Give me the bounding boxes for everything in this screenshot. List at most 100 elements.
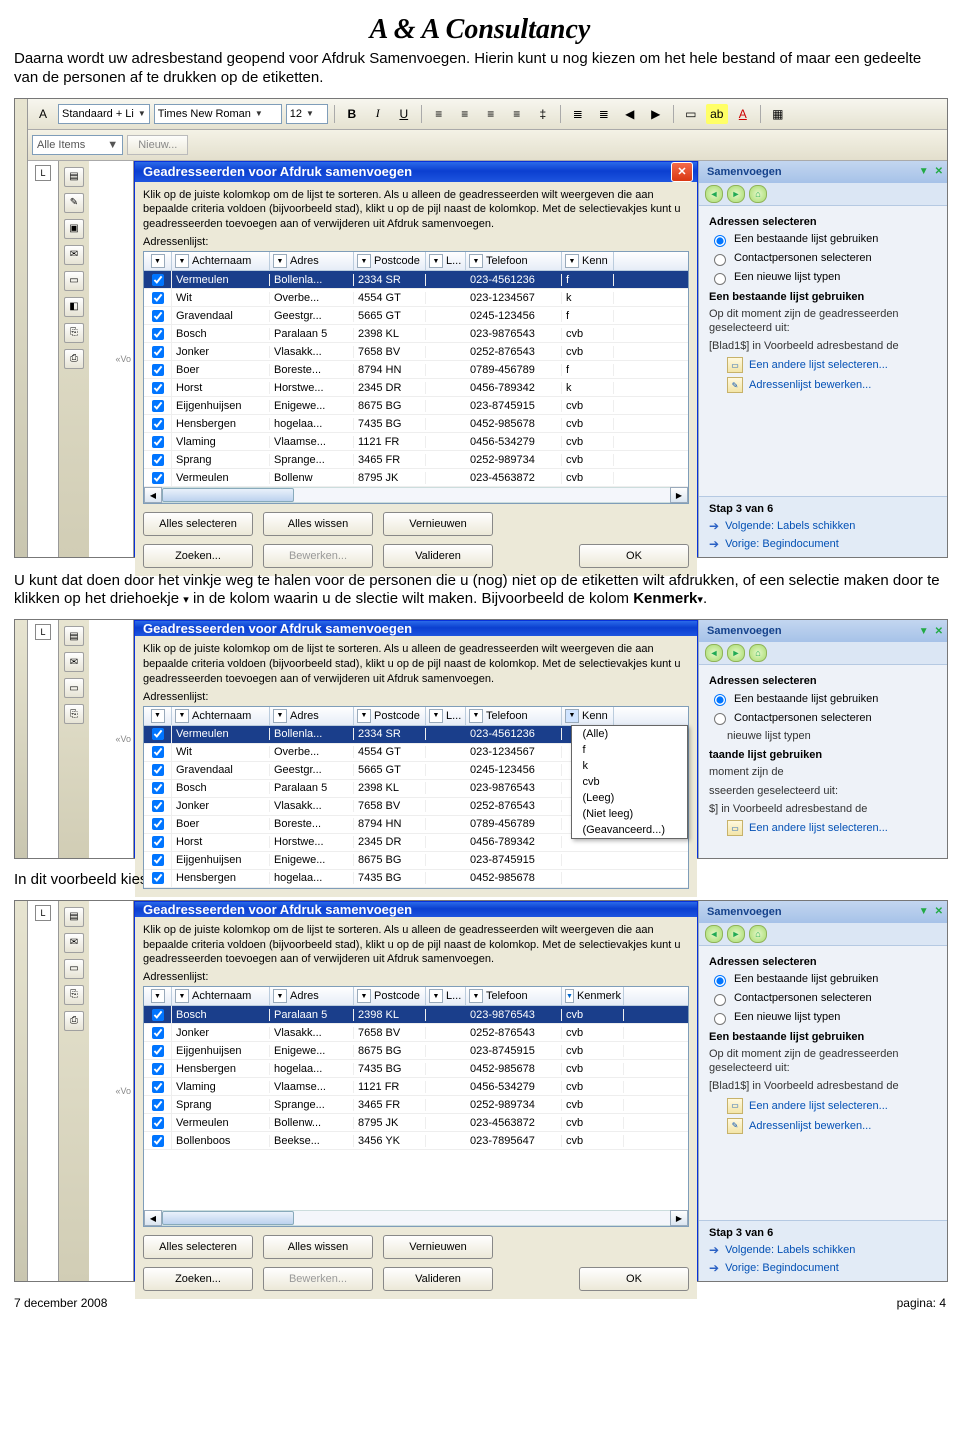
col-achternaam[interactable]: ▼Achternaam (172, 252, 270, 270)
filter-option[interactable]: (Leeg) (572, 790, 687, 806)
filter-option[interactable]: (Alle) (572, 726, 687, 742)
italic-button[interactable]: I (367, 104, 389, 124)
col-kenmerk-open[interactable]: ▼Kenn (562, 707, 614, 725)
table-row[interactable]: GravendaalGeestgr...5665 GT0245-123456f (144, 307, 688, 325)
kenmerk-filter-dropdown[interactable]: (Alle)fkcvb(Leeg)(Niet leeg)(Geavanceerd… (571, 725, 688, 839)
select-other-list-link[interactable]: ▭Een andere lijst selecteren... (709, 357, 937, 373)
col-kenmerk-filtered[interactable]: ▼Kenmerk (562, 987, 624, 1005)
refresh-button[interactable]: Vernieuwen (383, 512, 493, 536)
line-spacing-icon[interactable]: ‡ (532, 104, 554, 124)
new-button[interactable]: Nieuw... (127, 135, 188, 155)
table-row[interactable]: SprangSprange...3465 FR0252-989734cvb (144, 1096, 688, 1114)
table-row[interactable]: SprangSprange...3465 FR0252-989734cvb (144, 451, 688, 469)
clear-all-button[interactable]: Alles wissen (263, 512, 373, 536)
side-icon[interactable]: ⎘ (64, 704, 84, 724)
ok-button[interactable]: OK (579, 544, 689, 568)
table-row[interactable]: VermeulenBollenw...8795 JK023-4563872cvb (144, 1114, 688, 1132)
bullet-list-icon[interactable]: ≣ (593, 104, 615, 124)
filter-option[interactable]: k (572, 758, 687, 774)
table-row[interactable]: HorstHorstwe...2345 DR0456-789342k (144, 379, 688, 397)
table-row[interactable]: Hensbergenhogelaa...7435 BG0452-985678cv… (144, 1060, 688, 1078)
justify-icon[interactable]: ≡ (506, 104, 528, 124)
side-icon[interactable]: ⎙ (64, 349, 84, 369)
recipients-grid[interactable]: ▼ ▼Achternaam ▼Adres ▼Postcode ▼L... ▼Te… (143, 251, 689, 504)
table-row[interactable]: BoerBoreste...8794 HN0789-456789f (144, 361, 688, 379)
table-row[interactable]: EijgenhuijsenEnigewe...8675 BG023-874591… (144, 397, 688, 415)
table-row[interactable]: JonkerVlasakk...7658 BV0252-876543cvb (144, 1024, 688, 1042)
side-icon[interactable]: ▣ (64, 219, 84, 239)
scroll-right-icon[interactable]: ▶ (670, 487, 688, 503)
scroll-thumb[interactable] (162, 488, 294, 502)
horizontal-scrollbar[interactable]: ◀ ▶ (144, 487, 688, 503)
outdent-icon[interactable]: ◀ (619, 104, 641, 124)
bold-button[interactable]: B (341, 104, 363, 124)
table-row[interactable]: JonkerVlasakk...7658 BV0252-876543cvb (144, 343, 688, 361)
table-row[interactable]: EijgenhuijsenEnigewe...8675 BG023-874591… (144, 1042, 688, 1060)
ruler-tab-icon[interactable]: L (35, 165, 51, 181)
taskpane-title[interactable]: Samenvoegen ▼✕ (699, 161, 947, 183)
select-all-button[interactable]: Alles selecteren (143, 512, 253, 536)
side-icon[interactable]: ▤ (64, 626, 84, 646)
style-icon[interactable]: A (32, 104, 54, 124)
side-icon[interactable]: ▤ (64, 907, 84, 927)
radio-contacts[interactable]: Contactpersonen selecteren (709, 251, 937, 266)
side-icon[interactable]: ✉ (64, 245, 84, 265)
side-icon[interactable]: ◧ (64, 297, 84, 317)
forward-icon[interactable]: ► (727, 185, 745, 203)
table-row[interactable]: VlamingVlaamse...1121 FR0456-534279cvb (144, 433, 688, 451)
side-icon[interactable]: ✎ (64, 193, 84, 213)
align-right-icon[interactable]: ≡ (480, 104, 502, 124)
filter-option[interactable]: f (572, 742, 687, 758)
table-row[interactable]: BoschParalaan 52398 KL023-9876543cvb (144, 325, 688, 343)
table-row[interactable]: VlamingVlaamse...1121 FR0456-534279cvb (144, 1078, 688, 1096)
home-icon[interactable]: ⌂ (749, 185, 767, 203)
side-icon[interactable]: ⎘ (64, 323, 84, 343)
prev-step-link[interactable]: ➔Vorige: Begindocument (709, 537, 937, 551)
align-center-icon[interactable]: ≡ (454, 104, 476, 124)
find-button[interactable]: Zoeken... (143, 544, 253, 568)
font-dropdown[interactable]: Times New Roman▼ (154, 104, 282, 124)
filter-option[interactable]: (Niet leeg) (572, 806, 687, 822)
toolbar-extra-icon[interactable]: ▦ (767, 104, 789, 124)
table-row[interactable]: Hensbergenhogelaa...7435 BG0452-985678 (144, 870, 688, 888)
col-l[interactable]: ▼L... (426, 252, 466, 270)
col-telefoon[interactable]: ▼Telefoon (466, 252, 562, 270)
underline-button[interactable]: U (393, 104, 415, 124)
table-row[interactable]: VermeulenBollenw8795 JK023-4563872cvb (144, 469, 688, 487)
next-step-link[interactable]: ➔Volgende: Labels schikken (709, 519, 937, 533)
radio-existing-list[interactable]: Een bestaande lijst gebruiken (709, 232, 937, 247)
side-icon[interactable]: ▭ (64, 959, 84, 979)
taskpane-menu-icon[interactable]: ▼ (919, 166, 929, 177)
filter-option[interactable]: (Geavanceerd...) (572, 822, 687, 838)
table-row[interactable]: VermeulenBollenla...2334 SR023-4561236f (144, 271, 688, 289)
col-checkbox[interactable]: ▼ (144, 252, 172, 270)
validate-button[interactable]: Valideren (383, 544, 493, 568)
col-kenmerk[interactable]: ▼Kenn (562, 252, 614, 270)
back-icon[interactable]: ◄ (705, 185, 723, 203)
side-icon[interactable]: ⎙ (64, 1011, 84, 1031)
font-color-icon[interactable]: A (732, 104, 754, 124)
edit-address-list-link[interactable]: ✎Adressenlijst bewerken... (709, 377, 937, 393)
side-icon[interactable]: ▭ (64, 271, 84, 291)
side-icon[interactable]: ✉ (64, 933, 84, 953)
col-adres[interactable]: ▼Adres (270, 252, 354, 270)
radio-new-list[interactable]: Een nieuwe lijst typen (709, 270, 937, 285)
scroll-left-icon[interactable]: ◀ (144, 487, 162, 503)
side-icon[interactable]: ▤ (64, 167, 84, 187)
table-row[interactable]: Hensbergenhogelaa...7435 BG0452-985678cv… (144, 415, 688, 433)
table-row[interactable]: EijgenhuijsenEnigewe...8675 BG023-874591… (144, 852, 688, 870)
table-row[interactable]: BoschParalaan 52398 KL023-9876543cvb (144, 1006, 688, 1024)
highlight-icon[interactable]: ab (706, 104, 728, 124)
border-icon[interactable]: ▭ (680, 104, 702, 124)
side-icon[interactable]: ✉ (64, 652, 84, 672)
dialog-titlebar[interactable]: Geadresseerden voor Afdruk samenvoegen ✕ (135, 162, 697, 182)
all-items-dropdown[interactable]: Alle Items▼ (32, 135, 123, 155)
close-icon[interactable]: ✕ (671, 162, 693, 182)
filter-option[interactable]: cvb (572, 774, 687, 790)
side-icon[interactable]: ▭ (64, 678, 84, 698)
indent-icon[interactable]: ▶ (645, 104, 667, 124)
numbered-list-icon[interactable]: ≣ (567, 104, 589, 124)
taskpane-close-icon[interactable]: ✕ (935, 166, 943, 177)
table-row[interactable]: WitOverbe...4554 GT023-1234567k (144, 289, 688, 307)
align-left-icon[interactable]: ≡ (428, 104, 450, 124)
